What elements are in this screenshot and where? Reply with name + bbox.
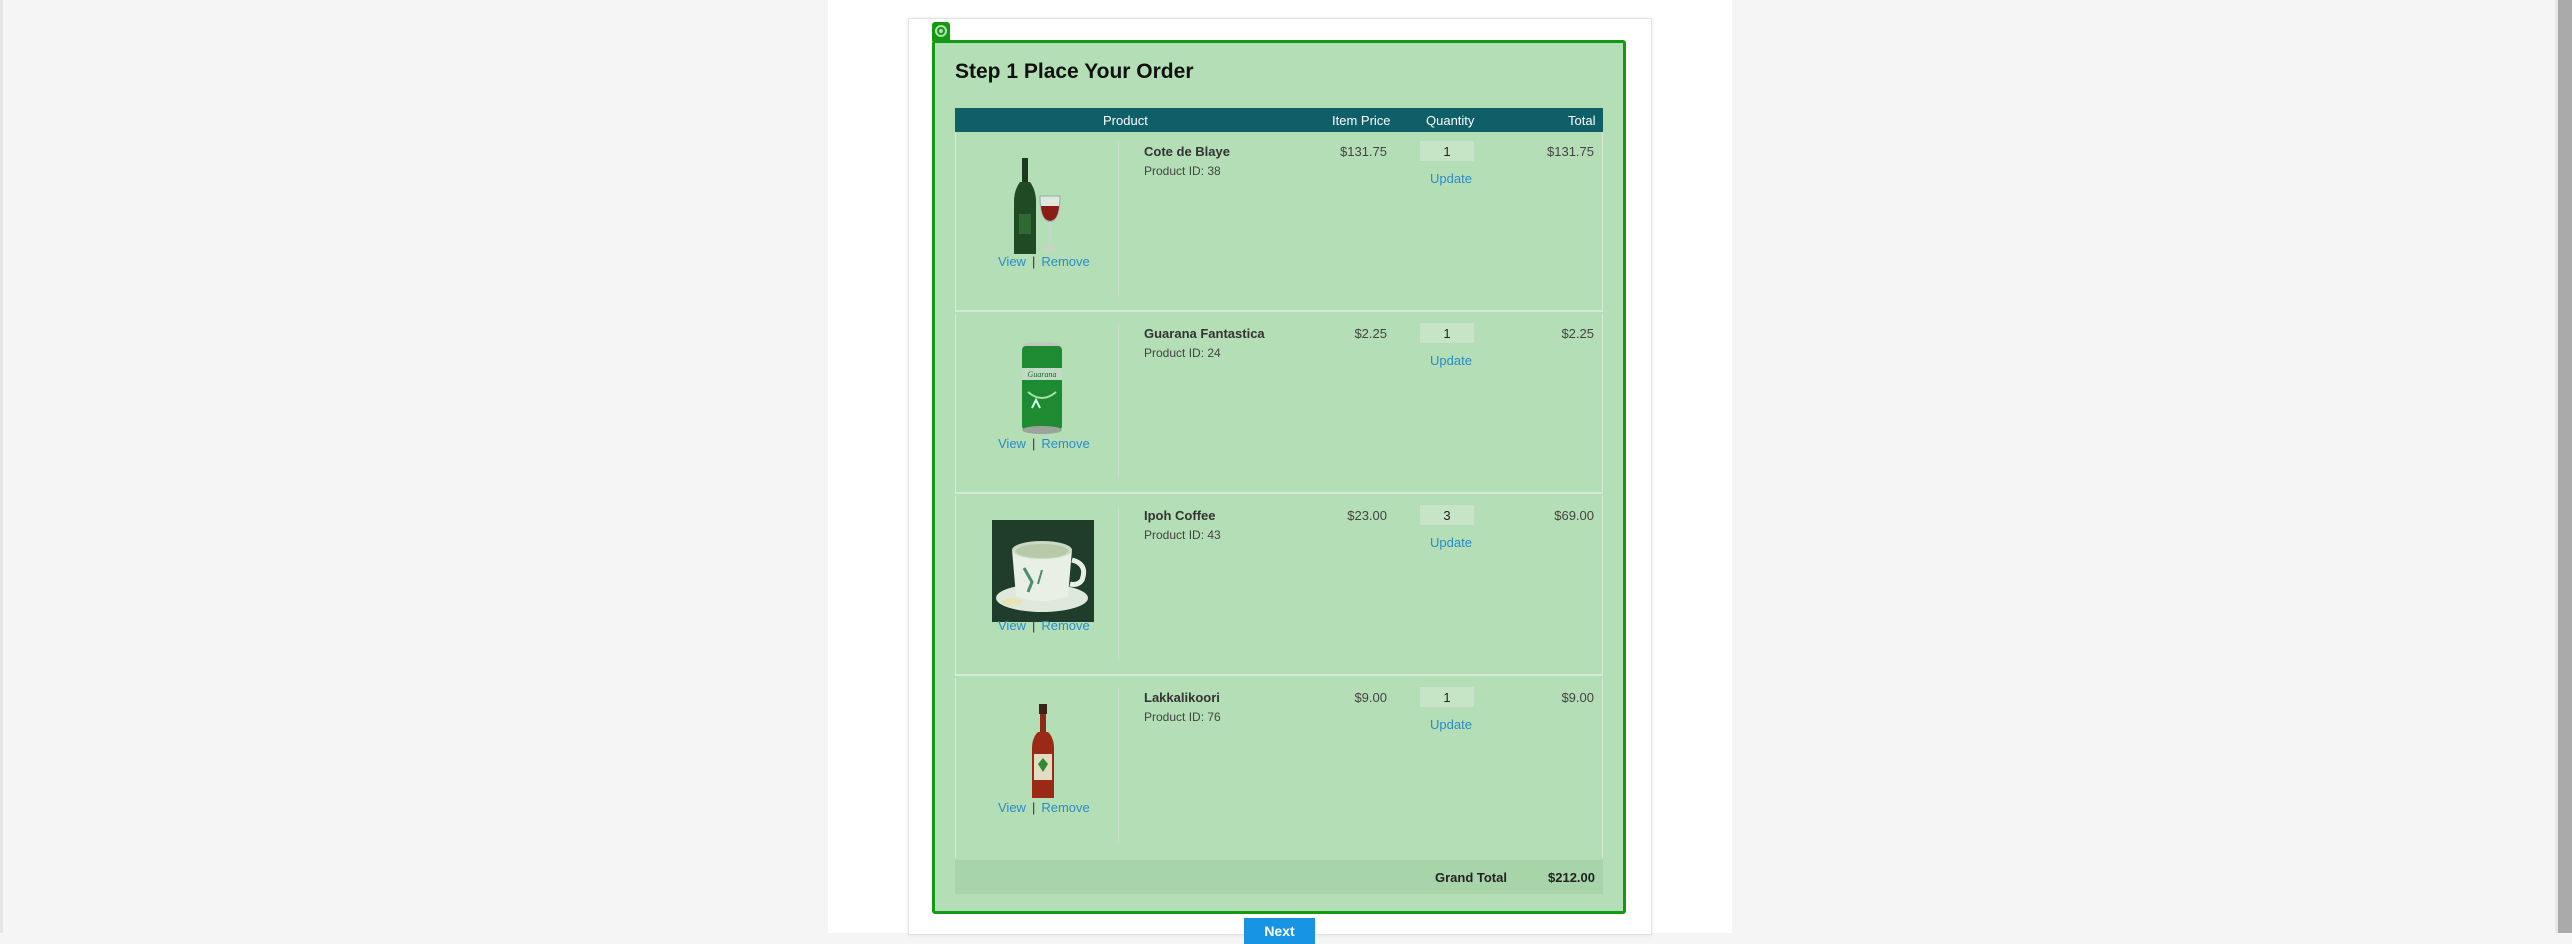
remove-link[interactable]: Remove	[1041, 254, 1089, 269]
grand-total-label: Grand Total	[1435, 870, 1507, 885]
cart-row: View | Remove Cote de Blaye Product ID: 38…	[955, 132, 1603, 312]
column-header-total: Total	[1568, 113, 1596, 128]
product-id: Product ID: 38	[1144, 164, 1221, 178]
update-link[interactable]: Update	[1430, 353, 1472, 368]
soda-can-icon: Guarana	[1022, 342, 1062, 434]
quantity-input[interactable]	[1419, 686, 1475, 708]
product-id: Product ID: 76	[1144, 710, 1221, 724]
row-actions: View | Remove	[998, 436, 1090, 451]
svg-text:Guarana: Guarana	[1028, 370, 1057, 379]
cart-row: View | Remove Ipoh Coffee Product ID: 43 $…	[955, 496, 1603, 676]
page-title: Step 1 Place Your Order	[955, 60, 1194, 83]
view-link[interactable]: View	[998, 618, 1026, 633]
coffee-cup-icon	[992, 520, 1094, 622]
row-actions: View | Remove	[998, 254, 1090, 269]
wine-bottle-glass-icon	[1014, 158, 1061, 254]
highlight-target-icon	[932, 22, 950, 41]
view-link[interactable]: View	[998, 800, 1026, 815]
product-name: Guarana Fantastica	[1144, 326, 1265, 341]
update-link[interactable]: Update	[1430, 535, 1472, 550]
update-link[interactable]: Update	[1430, 171, 1472, 186]
remove-link[interactable]: Remove	[1041, 618, 1089, 633]
column-header-product: Product	[1103, 113, 1148, 128]
item-price: $23.00	[1347, 508, 1387, 523]
product-id: Product ID: 24	[1144, 346, 1221, 360]
line-total: $9.00	[1561, 690, 1594, 705]
link-separator: |	[1031, 800, 1036, 815]
row-actions: View | Remove	[998, 618, 1090, 633]
product-name: Lakkalikoori	[1144, 690, 1220, 705]
quantity-input[interactable]	[1419, 140, 1475, 162]
item-price: $131.75	[1340, 144, 1387, 159]
view-link[interactable]: View	[998, 436, 1026, 451]
item-price: $9.00	[1354, 690, 1387, 705]
cart-row: Guarana View | Remove Guarana Fantastica P…	[955, 314, 1603, 494]
link-separator: |	[1031, 254, 1036, 269]
remove-link[interactable]: Remove	[1041, 436, 1089, 451]
vertical-scrollbar[interactable]	[2558, 0, 2572, 933]
row-actions: View | Remove	[998, 800, 1090, 815]
line-total: $69.00	[1554, 508, 1594, 523]
grand-total-value: $212.00	[1548, 870, 1595, 885]
product-name: Ipoh Coffee	[1144, 508, 1216, 523]
link-separator: |	[1031, 436, 1036, 451]
next-button[interactable]: Next	[1244, 918, 1315, 944]
product-id: Product ID: 43	[1144, 528, 1221, 542]
column-header-quantity: Quantity	[1426, 113, 1475, 128]
quantity-input[interactable]	[1419, 504, 1475, 526]
column-header-item-price: Item Price	[1332, 113, 1391, 128]
cart-row: View | Remove Lakkalikoori Product ID: 76 …	[955, 678, 1603, 858]
update-link[interactable]: Update	[1430, 717, 1472, 732]
cart-table-header: Product Item Price Quantity Total	[955, 108, 1603, 132]
view-link[interactable]: View	[998, 254, 1026, 269]
window-left-edge	[0, 0, 3, 933]
line-total: $131.75	[1547, 144, 1594, 159]
grand-total-row: Grand Total $212.00	[955, 860, 1603, 894]
remove-link[interactable]: Remove	[1041, 800, 1089, 815]
liqueur-bottle-icon	[1032, 704, 1054, 798]
item-price: $2.25	[1354, 326, 1387, 341]
quantity-input[interactable]	[1419, 322, 1475, 344]
link-separator: |	[1031, 618, 1036, 633]
product-name: Cote de Blaye	[1144, 144, 1230, 159]
line-total: $2.25	[1561, 326, 1594, 341]
